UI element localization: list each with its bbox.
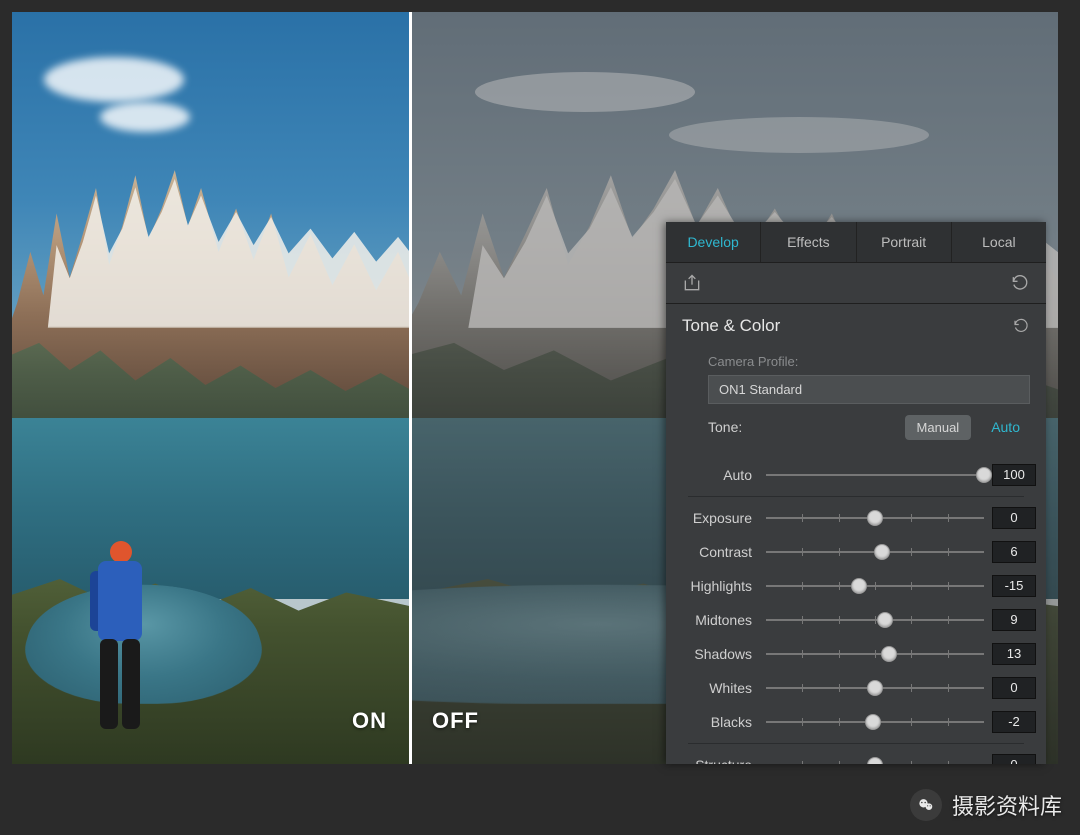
slider-value-auto[interactable]: 100	[992, 464, 1036, 486]
slider-label-whites: Whites	[676, 680, 758, 696]
export-icon[interactable]	[682, 273, 702, 293]
develop-panel: Develop Effects Portrait Local Tone & Co…	[666, 222, 1046, 764]
slider-value-contrast[interactable]: 6	[992, 541, 1036, 563]
tone-label: Tone:	[708, 419, 742, 435]
reset-section-icon[interactable]	[1012, 317, 1030, 335]
slider-label-blacks: Blacks	[676, 714, 758, 730]
slider-thumb-blacks[interactable]	[865, 714, 881, 730]
slider-value-blacks[interactable]: -2	[992, 711, 1036, 733]
compare-on-label: ON	[352, 708, 387, 734]
slider-value-whites[interactable]: 0	[992, 677, 1036, 699]
slider-thumb-shadows[interactable]	[881, 646, 897, 662]
tab-develop[interactable]: Develop	[666, 222, 761, 262]
compare-off-label: OFF	[432, 708, 479, 734]
slider-thumb-whites[interactable]	[867, 680, 883, 696]
tone-auto-button[interactable]: Auto	[981, 414, 1030, 440]
tab-portrait[interactable]: Portrait	[857, 222, 952, 262]
slider-thumb-auto[interactable]	[976, 467, 992, 483]
slider-value-shadows[interactable]: 13	[992, 643, 1036, 665]
preview-on-half	[12, 12, 410, 764]
tone-manual-button[interactable]: Manual	[905, 415, 972, 440]
camera-profile-label: Camera Profile:	[682, 348, 1030, 375]
slider-value-exposure[interactable]: 0	[992, 507, 1036, 529]
slider-label-midtones: Midtones	[676, 612, 758, 628]
slider-value-structure[interactable]: 0	[992, 754, 1036, 764]
slider-whites[interactable]	[766, 678, 984, 698]
compare-divider[interactable]	[409, 12, 412, 764]
panel-tabs: Develop Effects Portrait Local	[666, 222, 1046, 263]
watermark-text: 摄影资料库	[952, 789, 1062, 821]
slider-structure[interactable]	[766, 755, 984, 764]
tab-local[interactable]: Local	[952, 222, 1046, 262]
slider-label-exposure: Exposure	[676, 510, 758, 526]
slider-label-contrast: Contrast	[676, 544, 758, 560]
section-title: Tone & Color	[682, 316, 780, 336]
slider-auto[interactable]	[766, 465, 984, 485]
slider-thumb-highlights[interactable]	[851, 578, 867, 594]
slider-midtones[interactable]	[766, 610, 984, 630]
slider-value-highlights[interactable]: -15	[992, 575, 1036, 597]
slider-thumb-contrast[interactable]	[874, 544, 890, 560]
camera-profile-dropdown[interactable]: ON1 Standard	[708, 375, 1030, 404]
slider-shadows[interactable]	[766, 644, 984, 664]
tone-mode-segment: Manual	[905, 415, 972, 440]
wechat-icon	[910, 789, 942, 821]
slider-blacks[interactable]	[766, 712, 984, 732]
tab-effects[interactable]: Effects	[761, 222, 856, 262]
slider-highlights[interactable]	[766, 576, 984, 596]
slider-thumb-structure[interactable]	[867, 757, 883, 764]
slider-label-structure: Structure	[676, 757, 758, 764]
slider-label-highlights: Highlights	[676, 578, 758, 594]
hiker-figure	[80, 541, 160, 741]
slider-contrast[interactable]	[766, 542, 984, 562]
slider-label-auto: Auto	[676, 467, 758, 483]
slider-thumb-midtones[interactable]	[877, 612, 893, 628]
reset-panel-icon[interactable]	[1010, 273, 1030, 293]
slider-value-midtones[interactable]: 9	[992, 609, 1036, 631]
slider-label-shadows: Shadows	[676, 646, 758, 662]
slider-thumb-exposure[interactable]	[867, 510, 883, 526]
slider-exposure[interactable]	[766, 508, 984, 528]
watermark: 摄影资料库	[910, 789, 1062, 821]
